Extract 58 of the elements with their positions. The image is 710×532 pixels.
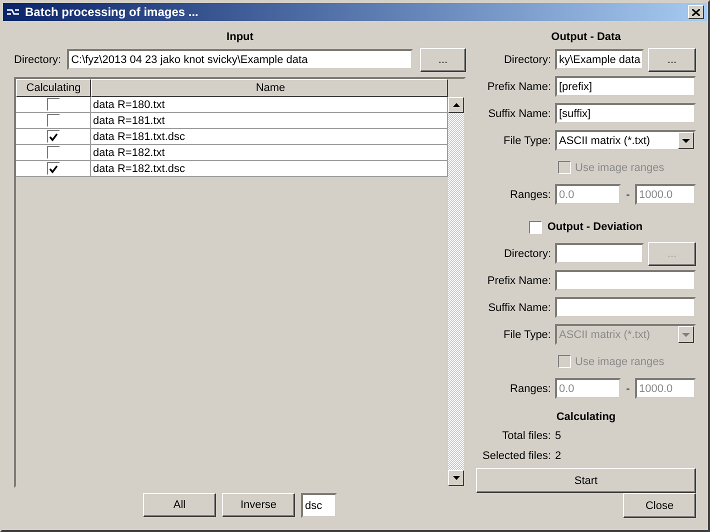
table-cell: data R=181.txt [91,113,448,129]
table-cell: data R=181.txt.dsc [91,129,448,145]
section-heading: Output - Deviation [547,220,643,235]
table-cell: data R=182.txt.dsc [91,161,448,177]
window-title: Batch processing of images ... [25,5,200,19]
field-label: Directory: [502,54,551,66]
checkbox-label: Use image ranges [575,162,664,174]
checkbox[interactable] [46,98,60,111]
dropdown-arrow-icon [682,138,690,142]
field-label: File Type: [502,328,551,340]
summary-value: 5 [555,430,562,442]
field-label: Ranges: [509,188,551,200]
browse-button[interactable]: ... [648,48,696,72]
summary-label: Selected files: [482,450,551,462]
section-heading: Calculating [556,410,616,425]
checkbox[interactable] [46,146,60,159]
summary-value: 2 [555,450,562,462]
field-label: Prefix Name: [486,80,551,92]
close-icon[interactable] [688,5,704,19]
field-label: Prefix Name: [486,274,551,286]
field-label: File Type: [502,134,551,146]
prefix-field[interactable] [555,270,696,291]
checkbox[interactable] [46,162,60,175]
suffix-field[interactable]: [suffix] [555,103,696,124]
filter-field[interactable]: dsc [301,493,337,518]
summary-label: Total files: [501,430,551,442]
section-heading: Input [226,30,254,45]
select-button[interactable]: All [143,493,216,517]
checkbox[interactable] [46,130,60,143]
directory-field[interactable]: ky\Example data [555,49,644,70]
close-button[interactable]: Close [623,493,696,518]
field-label: Suffix Name: [487,108,551,120]
section-heading: Output - Data [551,30,621,45]
scroll-down-icon[interactable] [448,470,464,486]
directory-field[interactable] [555,243,644,264]
browse-button[interactable]: ... [420,48,466,72]
checkbox-label: Use image ranges [575,356,664,368]
field-label: Ranges: [509,382,551,394]
directory-field[interactable]: C:\fyz\2013 04 23 jako knot svicky\Example data [67,49,413,70]
column-header[interactable]: Name [91,79,448,97]
table-cell: data R=182.txt [91,145,448,161]
table-cell: data R=180.txt [91,97,448,113]
dropdown-arrow-icon [682,332,690,336]
file-type-dropdown[interactable]: ASCII matrix (*.txt) [555,130,696,151]
suffix-field[interactable] [555,297,696,318]
scroll-up-icon[interactable] [448,97,464,113]
range-separator: - [625,188,631,200]
select-button[interactable]: Inverse [222,493,295,517]
field-label: Suffix Name: [487,302,551,314]
app-icon [6,7,20,17]
start-button[interactable]: Start [476,468,696,493]
checkbox[interactable] [529,220,542,234]
field-label: Directory: [14,54,62,66]
range-separator: - [625,382,631,394]
checkbox[interactable] [46,114,60,127]
column-header[interactable]: Calculating [16,79,91,97]
field-label: Directory: [502,248,551,260]
prefix-field[interactable]: [prefix] [555,76,696,97]
